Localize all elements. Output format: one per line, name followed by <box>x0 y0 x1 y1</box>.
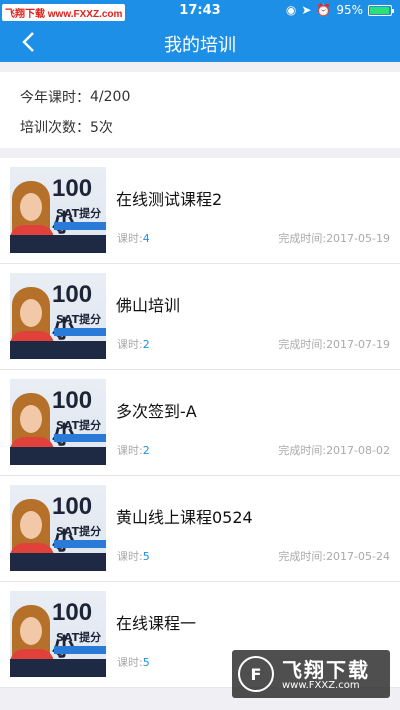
training-count-value: 5次 <box>90 120 113 136</box>
hours-value: 5 <box>142 656 150 669</box>
course-thumbnail: 100小 SAT提分3 <box>10 485 106 571</box>
training-count-label: 培训次数： <box>20 120 90 136</box>
course-title: 在线课程一 <box>116 614 197 633</box>
bottom-watermark: F 飞翔下载 www.FXXZ.com <box>232 650 390 698</box>
fxxz-logo-icon: F <box>238 656 274 692</box>
date-value: 2017-05-19 <box>326 232 390 245</box>
battery-icon <box>368 4 394 16</box>
course-item[interactable]: 100小 SAT提分3 在线测试课程2 课时:4 完成时间:2017-05-19 <box>0 158 400 264</box>
date-value: 2017-07-19 <box>326 338 390 351</box>
status-icons: ◉ ➤ ⏰ 95% <box>285 3 394 17</box>
date-label: 完成时间: <box>278 338 327 351</box>
course-completion-date: 完成时间:2017-05-19 <box>278 230 390 246</box>
hours-label: 课时: <box>117 550 143 563</box>
hours-label: 课时: <box>117 232 143 245</box>
hours-label: 课时: <box>117 444 143 457</box>
course-list: 100小 SAT提分3 在线测试课程2 课时:4 完成时间:2017-05-19… <box>0 158 400 688</box>
location-icon: ➤ <box>301 3 312 17</box>
hours-label: 课时: <box>117 656 143 669</box>
course-hours: 课时:4 <box>117 230 150 246</box>
course-title: 黄山线上课程0524 <box>116 508 253 527</box>
year-hours-value: 4/200 <box>90 89 131 105</box>
course-completion-date: 完成时间:2017-08-02 <box>278 442 390 458</box>
watermark-url: www.FXXZ.com <box>282 680 360 691</box>
course-hours: 课时:5 <box>117 548 150 564</box>
course-item[interactable]: 100小 SAT提分3 多次签到-A 课时:2 完成时间:2017-08-02 <box>0 370 400 476</box>
hours-value: 2 <box>142 444 150 457</box>
course-item[interactable]: 100小 SAT提分3 黄山线上课程0524 课时:5 完成时间:2017-05… <box>0 476 400 582</box>
hours-label: 课时: <box>117 338 143 351</box>
page-title: 我的培训 <box>164 35 236 56</box>
course-hours: 课时:2 <box>117 442 150 458</box>
course-hours: 课时:2 <box>117 336 150 352</box>
course-thumbnail: 100小 SAT提分3 <box>10 167 106 253</box>
navigation-bar: 我的培训 <box>0 22 400 62</box>
date-value: 2017-05-24 <box>326 550 390 563</box>
year-hours-label: 今年课时： <box>20 90 90 106</box>
hours-value: 2 <box>142 338 150 351</box>
alarm-icon: ⏰ <box>316 3 332 17</box>
date-label: 完成时间: <box>278 550 327 563</box>
date-value: 2017-08-02 <box>326 444 390 457</box>
training-summary: 今年课时： 4/200 培训次数： 5次 <box>0 72 400 148</box>
watermark-brand: 飞翔下载 <box>282 658 370 682</box>
course-hours: 课时:5 <box>117 654 150 670</box>
course-title: 佛山培训 <box>116 296 181 315</box>
hours-value: 4 <box>142 232 150 245</box>
course-title: 多次签到-A <box>116 402 197 421</box>
course-item[interactable]: 100小 SAT提分3 佛山培训 课时:2 完成时间:2017-07-19 <box>0 264 400 370</box>
lock-rotation-icon: ◉ <box>285 3 297 17</box>
course-title: 在线测试课程2 <box>116 190 223 209</box>
course-thumbnail: 100小 SAT提分3 <box>10 273 106 359</box>
training-count-row: 培训次数： 5次 <box>20 114 380 140</box>
year-hours-row: 今年课时： 4/200 <box>20 84 380 110</box>
hours-value: 5 <box>142 550 150 563</box>
date-label: 完成时间: <box>278 232 327 245</box>
course-thumbnail: 100小 SAT提分3 <box>10 379 106 465</box>
course-thumbnail: 100小 SAT提分3 <box>10 591 106 677</box>
course-completion-date: 完成时间:2017-05-24 <box>278 548 390 564</box>
battery-percent: 95% <box>336 3 363 17</box>
date-label: 完成时间: <box>278 444 327 457</box>
status-bar: 飞翔下载 www.FXXZ.com 17:43 ◉ ➤ ⏰ 95% <box>0 0 400 22</box>
course-completion-date: 完成时间:2017-07-19 <box>278 336 390 352</box>
